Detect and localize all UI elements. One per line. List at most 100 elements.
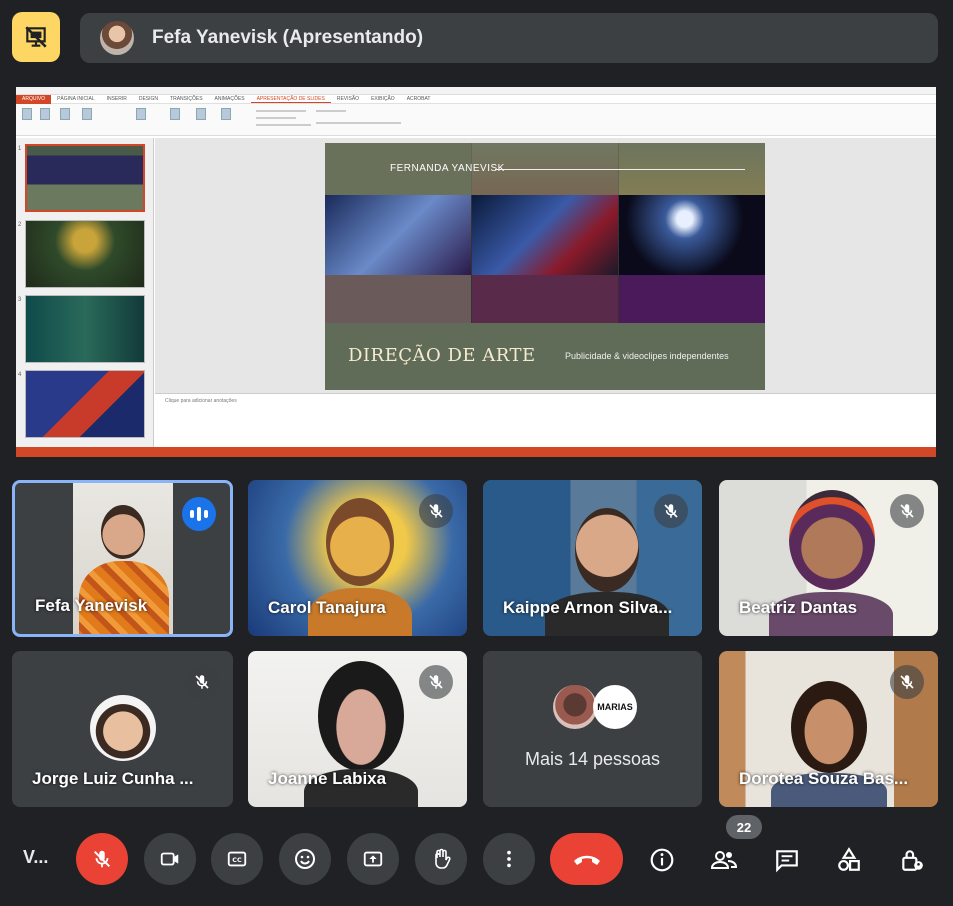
person-head xyxy=(575,508,639,592)
ppt-tab: REVISÃO xyxy=(336,96,360,102)
thumb-number: 1 xyxy=(18,146,22,152)
people-button[interactable] xyxy=(704,840,744,880)
participant-name: Jorge Luiz Cunha ... xyxy=(32,769,194,788)
ppt-tab: TRANSIÇÕES xyxy=(170,96,203,102)
notes-placeholder: Clique para adicionar anotações xyxy=(165,398,237,404)
toggle-mic-button[interactable] xyxy=(76,833,128,885)
mic-off-icon xyxy=(185,665,219,699)
hand-icon xyxy=(435,848,451,869)
presenter-label: Fefa Yanevisk (Apresentando) xyxy=(152,27,424,48)
participant-name: Dorotea Souza Bas... xyxy=(739,769,909,788)
ribbon-icon xyxy=(196,108,206,120)
present-screen-icon xyxy=(363,851,383,867)
end-call-button[interactable] xyxy=(550,833,623,885)
person-head xyxy=(326,498,394,586)
more-options-button[interactable] xyxy=(483,833,535,885)
thumb-number: 3 xyxy=(18,297,22,303)
ppt-tab: EXIBIÇÃO xyxy=(371,96,395,102)
slide-footer-band: DIREÇÃO DE ARTE Publicidade & videoclipe… xyxy=(325,323,765,390)
ribbon-icon xyxy=(82,108,92,120)
mic-off-icon xyxy=(890,494,924,528)
raise-hand-button[interactable] xyxy=(415,833,467,885)
ribbon-option xyxy=(316,110,346,112)
ppt-tab: ARQUIVO xyxy=(16,94,52,104)
slide-thumbnail[interactable] xyxy=(25,295,145,363)
more-vert-icon xyxy=(507,850,511,868)
speaking-indicator-icon xyxy=(182,497,216,531)
ppt-tab: INSERIR xyxy=(106,96,127,102)
avatar xyxy=(553,685,597,729)
presentation-indicator-button[interactable] xyxy=(12,12,60,62)
slide-photo xyxy=(619,195,765,275)
presentation-off-icon xyxy=(25,26,47,48)
ppt-tab-active: APRESENTAÇÃO DE SLIDES xyxy=(250,96,331,103)
captions-button[interactable]: CC xyxy=(211,833,263,885)
current-slide: FERNANDA YANEVISK DIREÇÃO DE ARTE Public… xyxy=(325,143,765,390)
slide-photo xyxy=(619,275,765,323)
participant-count-badge: 22 xyxy=(726,815,762,839)
ribbon-icon xyxy=(40,108,50,120)
slide-thumbnail[interactable] xyxy=(25,144,145,212)
avatar xyxy=(90,695,156,761)
person-head xyxy=(318,661,404,771)
thumb-number: 4 xyxy=(18,372,22,378)
slide-author: FERNANDA YANEVISK xyxy=(390,163,505,174)
ribbon-icon xyxy=(22,108,32,120)
ribbon-option xyxy=(256,124,311,126)
meeting-details-button[interactable] xyxy=(642,840,682,880)
svg-text:CC: CC xyxy=(232,856,242,864)
present-screen-button[interactable] xyxy=(347,833,399,885)
hang-up-icon xyxy=(573,855,600,865)
slide-thumbnails-pane: 1 2 3 4 xyxy=(16,138,154,447)
participant-tile[interactable]: Fefa Yanevisk xyxy=(12,480,233,637)
notes-pane: Clique para adicionar anotações xyxy=(155,393,936,447)
more-participants-label: Mais 14 pessoas xyxy=(524,749,661,769)
person-head xyxy=(101,505,145,559)
mic-off-icon xyxy=(890,665,924,699)
ppt-tab: DESIGN xyxy=(138,96,159,102)
ribbon-icon xyxy=(136,108,146,120)
mic-off-icon xyxy=(419,665,453,699)
ppt-tab: PÁGINA INICIAL xyxy=(57,96,95,102)
reactions-button[interactable] xyxy=(279,833,331,885)
participant-name: Kaippe Arnon Silva... xyxy=(503,598,673,617)
participant-tile[interactable]: Beatriz Dantas xyxy=(719,480,938,636)
slide-subtitle: Publicidade & videoclipes independentes xyxy=(565,351,729,361)
captions-icon: CC xyxy=(227,851,247,867)
ppt-ribbon-tabs: ARQUIVO PÁGINA INICIAL INSERIR DESIGN TR… xyxy=(16,94,936,104)
slide-photo xyxy=(325,275,471,323)
slide-thumbnail[interactable] xyxy=(25,370,145,438)
participant-tile[interactable]: Carol Tanajura xyxy=(248,480,467,636)
ppt-tab: ACROBAT xyxy=(406,96,431,102)
slide-thumbnail[interactable] xyxy=(25,220,145,288)
slide-editor: FERNANDA YANEVISK DIREÇÃO DE ARTE Public… xyxy=(155,138,936,393)
toggle-camera-button[interactable] xyxy=(144,833,196,885)
people-icon xyxy=(710,851,738,869)
camera-icon xyxy=(160,852,179,866)
ppt-status-bar xyxy=(16,447,936,457)
slide-photo xyxy=(472,275,618,323)
host-controls-button[interactable] xyxy=(892,840,932,880)
chat-icon xyxy=(776,850,798,873)
ribbon-option xyxy=(316,122,401,124)
person-head xyxy=(791,681,867,773)
slide-header-band: FERNANDA YANEVISK xyxy=(325,143,765,195)
participant-name: Beatriz Dantas xyxy=(739,598,858,617)
activities-button[interactable] xyxy=(829,840,869,880)
participant-tile[interactable]: Kaippe Arnon Silva... xyxy=(483,480,702,636)
info-icon xyxy=(650,848,674,872)
chat-button[interactable] xyxy=(767,840,807,880)
meeting-code[interactable]: V... xyxy=(23,847,48,868)
avatar-text: MARIAS xyxy=(597,702,633,712)
participant-tile[interactable]: Jorge Luiz Cunha ... xyxy=(12,651,233,807)
participant-tile[interactable]: Dorotea Souza Bas... xyxy=(719,651,938,807)
thumb-number: 2 xyxy=(18,222,22,228)
presenter-bar[interactable]: Fefa Yanevisk (Apresentando) xyxy=(80,13,938,63)
participant-tile[interactable]: Joanne Labixa xyxy=(248,651,467,807)
presenter-avatar xyxy=(100,21,134,55)
ribbon-option xyxy=(256,117,296,119)
ribbon-icon xyxy=(60,108,70,120)
slide-title: DIREÇÃO DE ARTE xyxy=(348,345,536,366)
more-participants-tile[interactable]: MARIAS Mais 14 pessoas xyxy=(483,651,702,807)
more-participants-avatars: MARIAS xyxy=(553,685,637,729)
